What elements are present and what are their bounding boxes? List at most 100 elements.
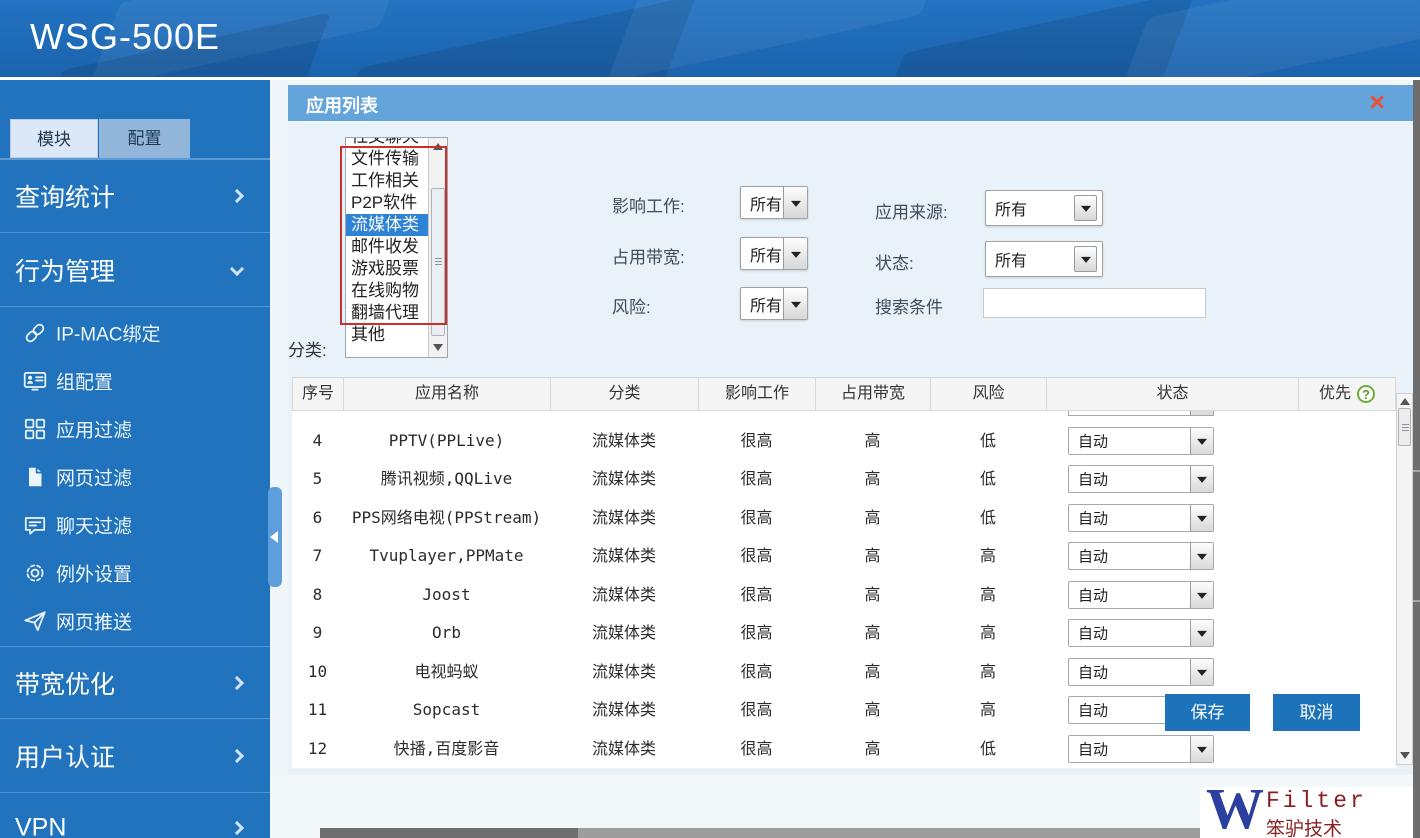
dropdown-arrow-button[interactable]	[1190, 620, 1213, 646]
sidebar-item-vpn[interactable]: VPN	[0, 794, 270, 838]
caret-down-icon	[1197, 554, 1207, 560]
cell-category: 流媒体类	[550, 421, 698, 460]
sidebar-item-label: 查询统计	[15, 178, 115, 214]
cell-impact: 很高	[698, 421, 815, 460]
select-value: 自动	[1078, 508, 1108, 529]
sidebar-item-label: 组配置	[56, 368, 113, 395]
tab-module[interactable]: 模块	[10, 119, 98, 158]
sidebar-item-web-filter[interactable]: 网页过滤	[0, 453, 270, 501]
cell-no: 4	[292, 421, 343, 460]
sidebar-item-behavior-mgmt[interactable]: 行为管理	[0, 234, 270, 307]
sidebar-item-group-config[interactable]: 组配置	[0, 357, 270, 405]
sidebar-item-web-push[interactable]: 网页推送	[0, 597, 270, 645]
table-row: 4 PPTV(PPLive) 流媒体类 很高 高 低 自动	[292, 421, 1396, 460]
status-filter-select[interactable]: 所有	[985, 241, 1103, 277]
source-filter-select[interactable]: 所有	[985, 190, 1103, 226]
sidebar-item-app-filter[interactable]: 应用过滤	[0, 405, 270, 453]
dropdown-arrow-button[interactable]	[1190, 582, 1213, 608]
caret-down-icon	[1197, 747, 1207, 753]
sidebar-item-exception-settings[interactable]: 例外设置	[0, 549, 270, 597]
help-icon[interactable]: ?	[1357, 385, 1375, 403]
cell-bandwidth: 高	[815, 652, 930, 691]
scrollbar-thumb[interactable]	[1398, 408, 1411, 446]
scroll-down-icon[interactable]	[1400, 752, 1410, 759]
save-button[interactable]: 保存	[1165, 694, 1250, 731]
status-select[interactable]: 自动	[1068, 465, 1214, 493]
table-row: 10 电视蚂蚁 流媒体类 很高 高 高 自动	[292, 652, 1396, 691]
dropdown-arrow-button[interactable]	[1190, 505, 1213, 531]
status-select[interactable]: 自动	[1068, 581, 1214, 609]
dropdown-arrow-button[interactable]	[1074, 246, 1097, 272]
table-row: 8 Joost 流媒体类 很高 高 高 自动	[292, 575, 1396, 614]
thumb-grip	[1402, 430, 1409, 431]
thumb-grip	[1402, 427, 1409, 428]
scroll-up-icon[interactable]	[1400, 398, 1410, 405]
dropdown-arrow-button[interactable]	[1190, 543, 1213, 569]
cell-category: 流媒体类	[550, 729, 698, 768]
dropdown-arrow-button[interactable]	[783, 238, 807, 269]
page-scrollbar-strip[interactable]	[1413, 80, 1420, 838]
sidebar-item-label: VPN	[15, 814, 66, 838]
sidebar-item-label: 网页过滤	[56, 464, 132, 491]
search-input[interactable]	[983, 288, 1206, 318]
status-select[interactable]: 自动	[1068, 427, 1214, 455]
horizontal-scrollbar-thumb[interactable]	[320, 828, 578, 838]
impact-filter-label: 影响工作:	[612, 192, 685, 217]
select-value: 所有	[995, 196, 1027, 220]
caret-down-icon	[1197, 516, 1207, 522]
link-icon	[22, 320, 48, 346]
status-select[interactable]: 自动	[1068, 619, 1214, 647]
send-icon	[22, 608, 48, 634]
status-select[interactable]: 自动	[1068, 735, 1214, 763]
select-value: 自动	[1078, 469, 1108, 490]
dropdown-arrow-button[interactable]	[1190, 659, 1213, 685]
dropdown-arrow-button[interactable]	[1190, 736, 1213, 762]
close-icon[interactable]: ×	[1369, 87, 1385, 117]
tab-config[interactable]: 配置	[99, 119, 190, 158]
cell-risk: 低	[930, 498, 1046, 537]
wfilter-logo-letter: W	[1206, 775, 1264, 838]
status-filter-label: 状态:	[875, 249, 914, 274]
cell-category: 流媒体类	[550, 575, 698, 614]
status-select[interactable]: 自动	[1068, 504, 1214, 532]
sidebar-item-user-auth[interactable]: 用户认证	[0, 720, 270, 793]
dropdown-arrow-button[interactable]	[1074, 195, 1097, 221]
wfilter-subtitle-text: 笨驴技术	[1266, 814, 1342, 838]
cell-risk: 高	[930, 652, 1046, 691]
caret-down-icon	[1197, 670, 1207, 676]
select-value: 自动	[1078, 739, 1108, 760]
category-option[interactable]: 其他	[346, 324, 428, 346]
dropdown-arrow-button[interactable]	[783, 187, 807, 218]
dropdown-arrow-button[interactable]	[1190, 466, 1213, 492]
table-scrollbar[interactable]	[1396, 393, 1413, 765]
chevron-right-icon	[230, 821, 244, 835]
bandwidth-filter-select[interactable]: 所有	[740, 237, 808, 270]
sidebar-item-label: 应用过滤	[56, 416, 132, 443]
status-select[interactable]: 自动	[1068, 542, 1214, 570]
cell-risk: 低	[930, 459, 1046, 498]
cell-risk: 低	[930, 729, 1046, 768]
sidebar-item-chat-filter[interactable]: 聊天过滤	[0, 501, 270, 549]
table-row: 12 快播,百度影音 流媒体类 很高 高 低 自动	[292, 729, 1396, 768]
cell-category: 流媒体类	[550, 459, 698, 498]
strip-mark	[1413, 600, 1420, 602]
sidebar-item-query-stats[interactable]: 查询统计	[0, 160, 270, 233]
dropdown-arrow-button[interactable]	[1190, 428, 1213, 454]
cell-bandwidth: 高	[815, 536, 930, 575]
cell-app-name: PPTV(PPLive)	[343, 421, 550, 460]
risk-filter-select[interactable]: 所有	[740, 287, 808, 320]
sidebar-item-ip-mac-binding[interactable]: IP-MAC绑定	[0, 309, 270, 357]
sidebar-collapse-handle[interactable]	[268, 487, 282, 587]
bandwidth-filter-label: 占用带宽:	[612, 243, 685, 268]
scroll-down-icon[interactable]	[433, 344, 443, 351]
impact-filter-select[interactable]: 所有	[740, 186, 808, 219]
cell-impact: 很高	[698, 652, 815, 691]
status-select[interactable]: 自动	[1068, 658, 1214, 686]
sidebar-item-bandwidth-opt[interactable]: 带宽优化	[0, 646, 270, 719]
cell-impact: 很高	[698, 729, 815, 768]
cancel-button[interactable]: 取消	[1273, 694, 1360, 731]
caret-down-icon	[1197, 477, 1207, 483]
cell-bandwidth: 高	[815, 690, 930, 729]
dropdown-arrow-button[interactable]	[783, 288, 807, 319]
id-card-icon	[22, 368, 48, 394]
